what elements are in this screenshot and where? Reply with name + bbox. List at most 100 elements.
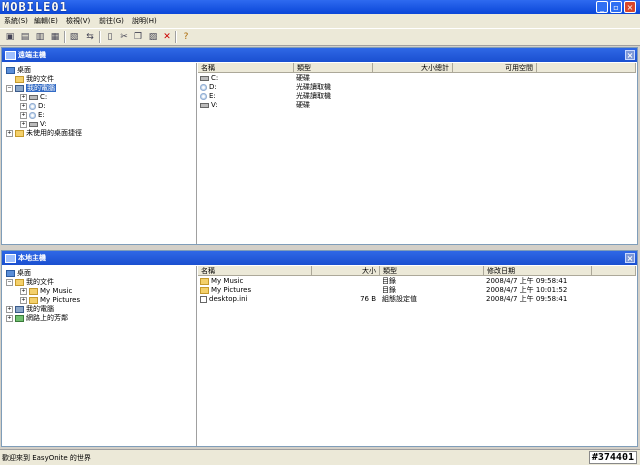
- expand-icon[interactable]: +: [20, 120, 27, 128]
- remote-panel-header: 遠端主機 ×: [2, 48, 637, 62]
- table-row[interactable]: D:: [200, 83, 294, 92]
- status-text: 歡迎來到 EasyOnite 的世界: [2, 454, 91, 462]
- remote-folder-tree: 桌面 我的文件 − 我的電腦 + C: + D: + E: + V: + 未使用的桌面捷徑: [3, 63, 197, 244]
- row-type: 光碟讀取機: [296, 83, 331, 91]
- menu-bar: 系統(S) 編輯(E) 檢視(V) 前往(G) 說明(H): [0, 14, 640, 29]
- column-header-filler: [592, 266, 636, 276]
- menu-edit[interactable]: 編輯(E): [34, 16, 58, 26]
- menu-view[interactable]: 檢視(V): [66, 16, 90, 26]
- collapse-icon[interactable]: −: [6, 278, 13, 286]
- monitor-icon: [5, 254, 16, 263]
- row-type: 硬碟: [296, 101, 310, 109]
- tree-item-drive-v[interactable]: + V:: [20, 120, 47, 129]
- tree-item-documents[interactable]: − 我的文件: [6, 278, 54, 287]
- upload-icon[interactable]: ▧: [68, 31, 80, 43]
- table-row[interactable]: My Music: [200, 277, 310, 286]
- tree-item-my-pictures[interactable]: + My Pictures: [20, 296, 80, 305]
- row-type: 目錄: [382, 277, 396, 285]
- row-date: 2008/4/7 上午 09:58:41: [486, 295, 568, 303]
- column-header-filler: [537, 63, 636, 73]
- row-type: 硬碟: [296, 74, 310, 82]
- menu-system[interactable]: 系統(S): [4, 16, 28, 26]
- column-header-modified[interactable]: 修改日期: [484, 266, 592, 276]
- tree-item-drive-c[interactable]: + C:: [20, 93, 47, 102]
- remote-panel-close-icon[interactable]: ×: [625, 50, 635, 60]
- table-row[interactable]: E:: [200, 92, 294, 101]
- menu-help[interactable]: 說明(H): [132, 16, 157, 26]
- help-icon[interactable]: ?: [180, 31, 192, 43]
- tree-item-my-music[interactable]: + My Music: [20, 287, 72, 296]
- table-row[interactable]: V:: [200, 101, 294, 110]
- close-button[interactable]: ×: [624, 1, 636, 13]
- expand-icon[interactable]: +: [6, 129, 13, 137]
- table-row[interactable]: C:: [200, 74, 294, 83]
- folder-icon: [200, 286, 209, 294]
- column-header-type[interactable]: 類型: [294, 63, 373, 73]
- expand-icon[interactable]: +: [6, 314, 13, 322]
- table-row[interactable]: My Pictures: [200, 286, 310, 295]
- paste-icon[interactable]: ▨: [147, 31, 159, 43]
- tree-item-unused-shortcuts[interactable]: + 未使用的桌面捷徑: [6, 129, 82, 138]
- computer-icon: [15, 305, 24, 313]
- desktop-icon: [6, 66, 15, 74]
- new-icon[interactable]: ▯: [104, 31, 116, 43]
- stop-icon[interactable]: ▦: [49, 31, 61, 43]
- expand-icon[interactable]: +: [20, 296, 27, 304]
- local-host-panel: 本地主機 × 桌面 − 我的文件 + My Music + My Pictures +…: [1, 250, 638, 447]
- menu-go[interactable]: 前往(G): [99, 16, 124, 26]
- folder-icon: [200, 277, 209, 285]
- folder-icon: [29, 287, 38, 295]
- mobile01-logo: MOBILE01: [2, 0, 68, 14]
- tree-item-desktop[interactable]: 桌面: [6, 66, 31, 75]
- expand-icon[interactable]: +: [20, 111, 27, 119]
- local-file-list: 名稱 大小 類型 修改日期 My Music 目錄 2008/4/7 上午 09…: [198, 266, 636, 446]
- reconnect-icon[interactable]: ▥: [34, 31, 46, 43]
- row-type: 光碟讀取機: [296, 92, 331, 100]
- tree-item-computer[interactable]: − 我的電腦: [6, 84, 56, 93]
- tree-item-drive-e[interactable]: + E:: [20, 111, 45, 120]
- toolbar-separator: [99, 31, 101, 43]
- sync-icon[interactable]: ⇆: [84, 31, 96, 43]
- column-header-name[interactable]: 名稱: [198, 266, 312, 276]
- remote-panel-title: 遠端主機: [18, 51, 46, 59]
- folder-icon: [15, 278, 24, 286]
- connect-icon[interactable]: ▣: [4, 31, 16, 43]
- local-panel-close-icon[interactable]: ×: [625, 253, 635, 263]
- tree-item-computer[interactable]: + 我的電腦: [6, 305, 54, 314]
- tree-item-drive-d[interactable]: + D:: [20, 102, 46, 111]
- expand-icon[interactable]: +: [20, 287, 27, 295]
- expand-icon[interactable]: +: [6, 305, 13, 313]
- column-header-type[interactable]: 類型: [380, 266, 484, 276]
- watermark: #374401: [588, 451, 637, 464]
- minimize-button[interactable]: _: [596, 1, 608, 13]
- copy-icon[interactable]: ❐: [132, 31, 144, 43]
- computer-icon: [15, 84, 24, 92]
- tree-item-documents[interactable]: 我的文件: [15, 75, 54, 84]
- column-header-free-space[interactable]: 可用空間: [453, 63, 537, 73]
- tree-item-network[interactable]: + 網路上的芳鄰: [6, 314, 68, 323]
- tree-item-desktop[interactable]: 桌面: [6, 269, 31, 278]
- toolbar-separator: [64, 31, 66, 43]
- desktop-icon: [6, 269, 15, 277]
- row-type: 目錄: [382, 286, 396, 294]
- folder-icon: [29, 296, 38, 304]
- toolbar-separator: [175, 31, 177, 43]
- expand-icon[interactable]: +: [20, 102, 27, 110]
- row-type: 組態設定值: [382, 295, 417, 303]
- row-date: 2008/4/7 上午 10:01:52: [486, 286, 568, 294]
- cut-icon[interactable]: ✂: [118, 31, 130, 43]
- table-row[interactable]: desktop.ini: [200, 295, 310, 304]
- local-folder-tree: 桌面 − 我的文件 + My Music + My Pictures + 我的電腦 + 網…: [3, 266, 197, 446]
- column-header-name[interactable]: 名稱: [198, 63, 294, 73]
- collapse-icon[interactable]: −: [6, 84, 13, 92]
- disconnect-icon[interactable]: ▤: [19, 31, 31, 43]
- expand-icon[interactable]: +: [20, 93, 27, 101]
- maximize-button[interactable]: ▫: [610, 1, 622, 13]
- remote-file-list: 名稱 類型 大小總計 可用空間 C: 硬碟 D: 光碟讀取機 E: 光碟讀取機 …: [198, 63, 636, 244]
- folder-icon: [15, 129, 24, 137]
- column-header-total-size[interactable]: 大小總計: [373, 63, 453, 73]
- status-bar: 歡迎來到 EasyOnite 的世界 #374401: [0, 449, 640, 465]
- column-header-size[interactable]: 大小: [312, 266, 380, 276]
- delete-icon[interactable]: ✕: [161, 31, 173, 43]
- network-icon: [15, 314, 24, 322]
